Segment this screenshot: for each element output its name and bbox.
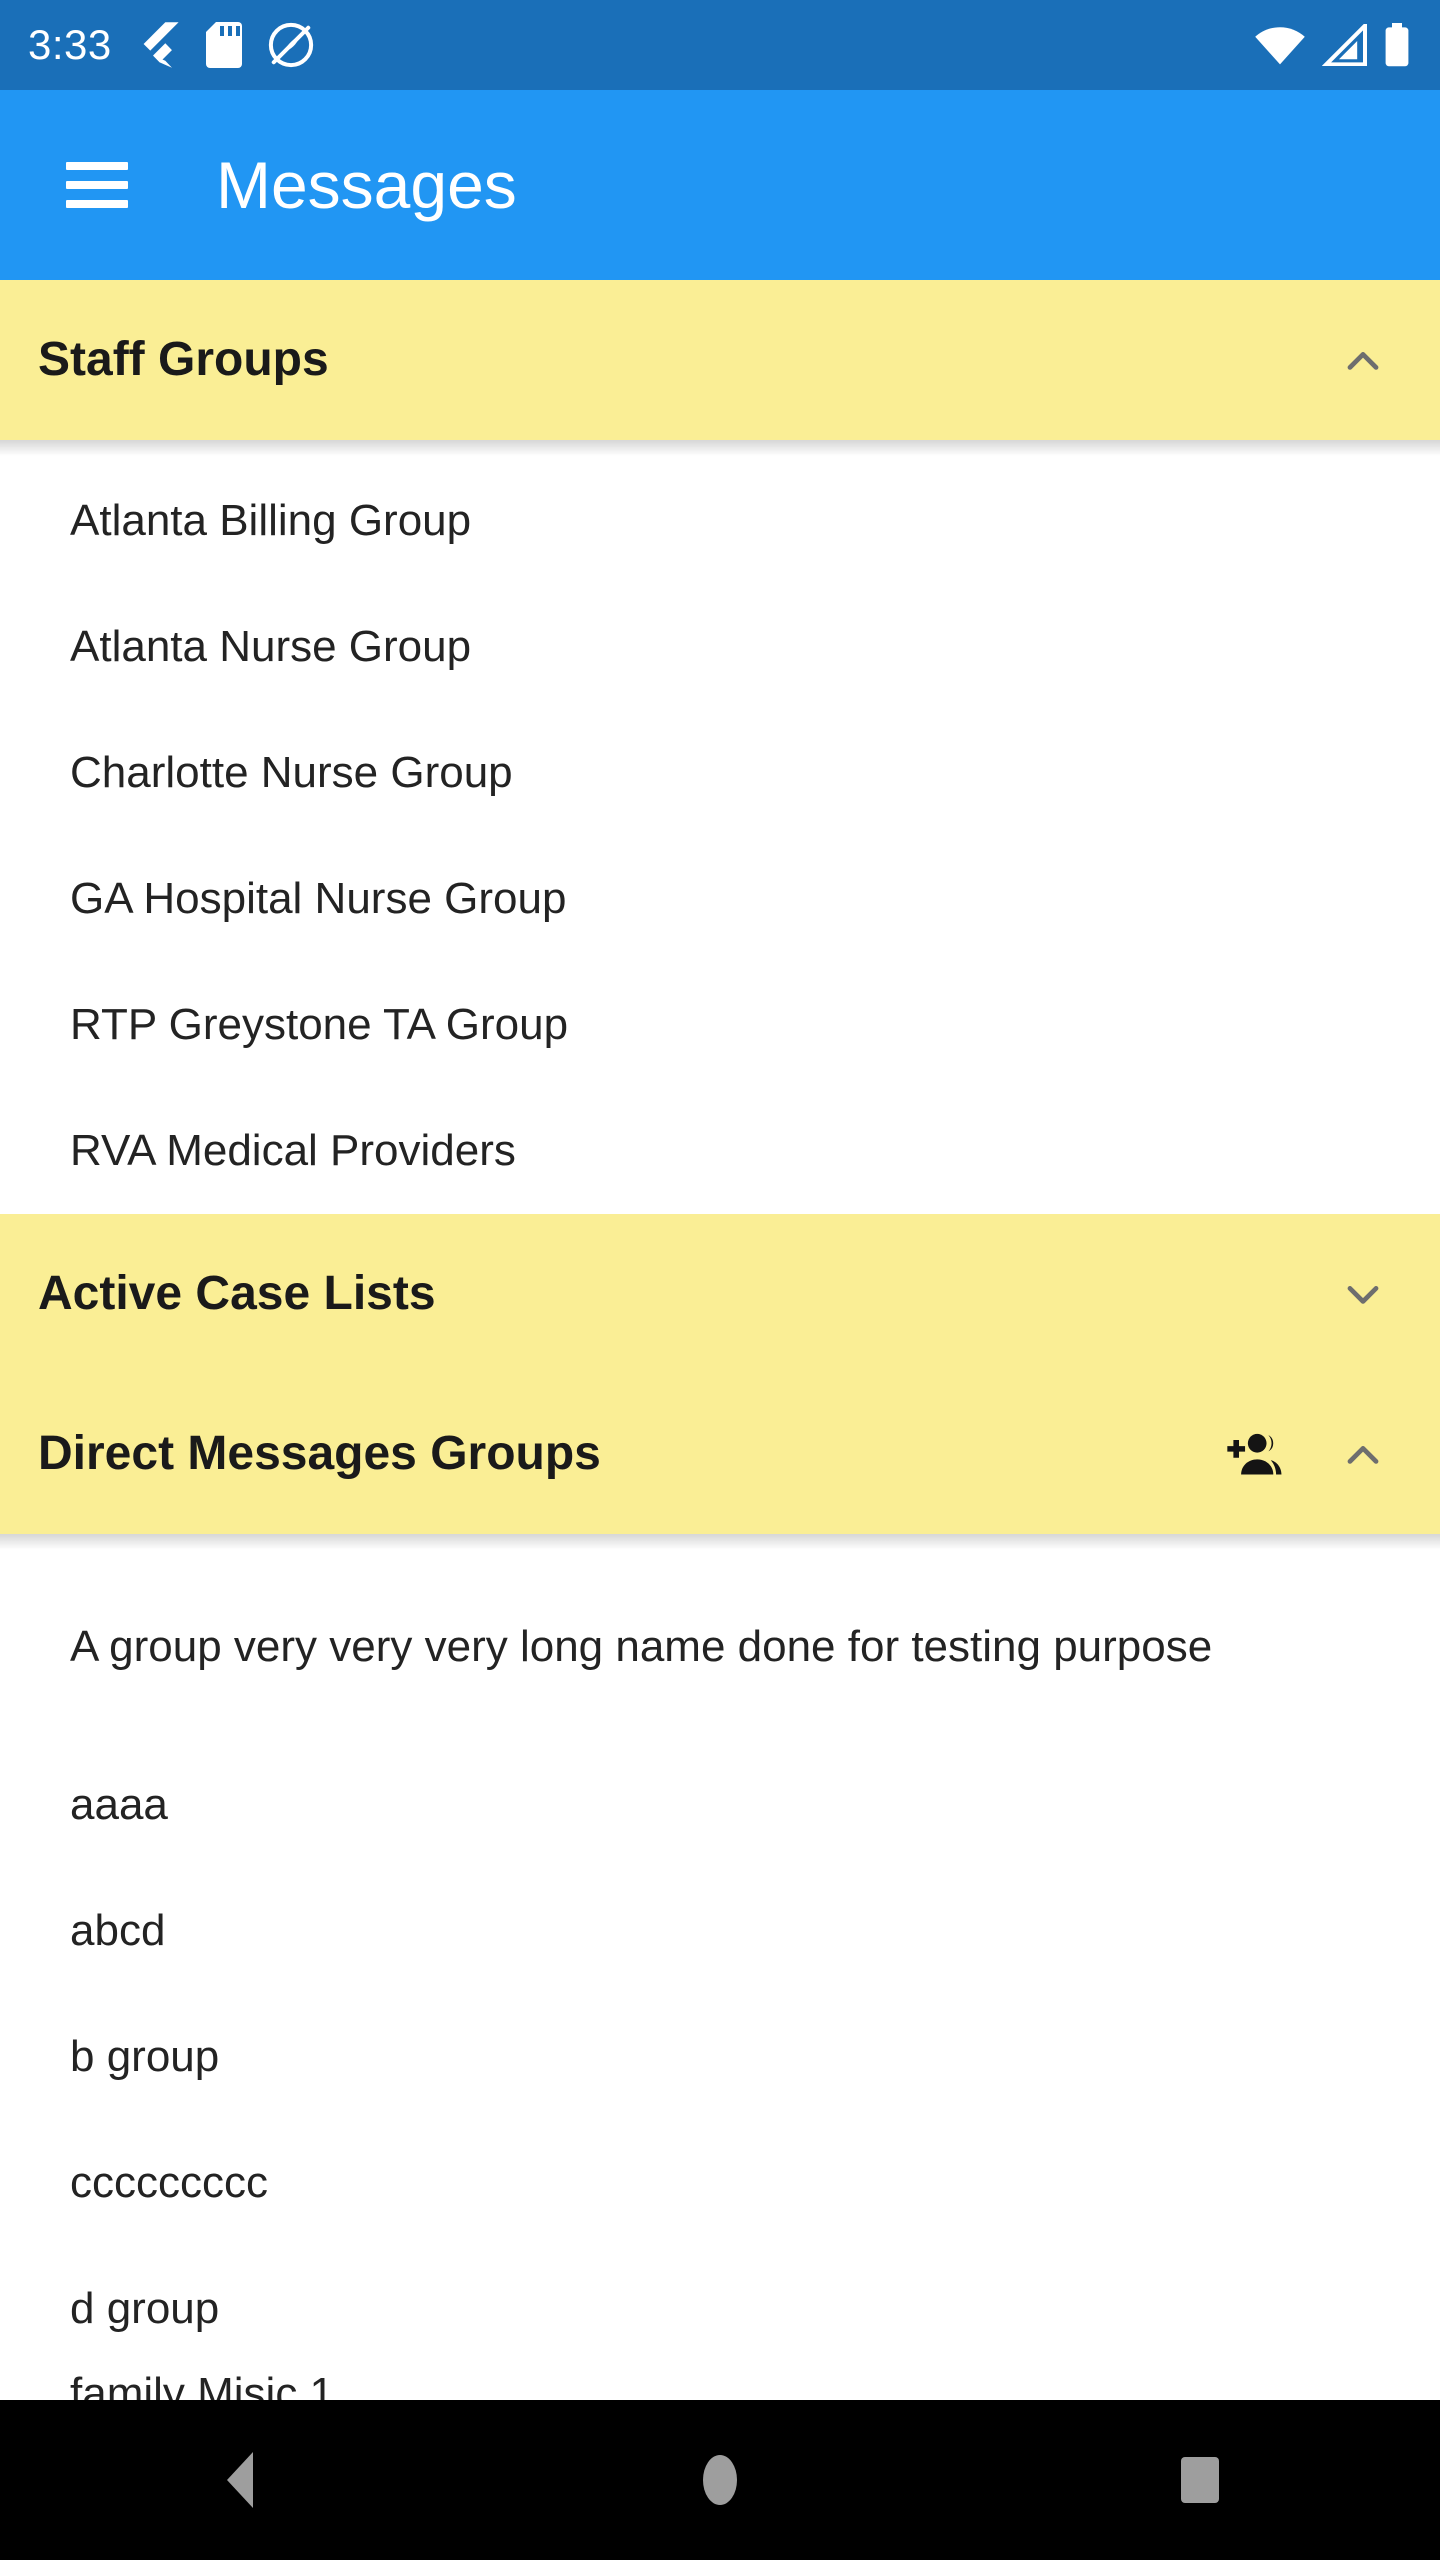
android-navigation-bar	[0, 2400, 1440, 2560]
section-title: Staff Groups	[38, 333, 329, 386]
status-bar-right	[1254, 23, 1410, 67]
status-bar-clock: 3:33	[28, 21, 112, 68]
back-icon[interactable]	[160, 2400, 320, 2560]
message-groups-scroll-area[interactable]: Staff Groups Atlanta Billing Group Atlan…	[0, 280, 1440, 2400]
hamburger-menu-icon[interactable]	[66, 162, 128, 208]
list-item[interactable]: RVA Medical Providers	[0, 1088, 1440, 1214]
app-bar: Messages	[0, 90, 1440, 280]
section-header-direct-messages-groups[interactable]: Direct Messages Groups	[0, 1374, 1440, 1534]
section-header-staff-groups[interactable]: Staff Groups	[0, 280, 1440, 440]
section-title: Direct Messages Groups	[38, 1427, 601, 1480]
list-item-label: Atlanta Billing Group	[70, 496, 472, 546]
list-item[interactable]: b group	[0, 1994, 1440, 2120]
recents-icon[interactable]	[1120, 2400, 1280, 2560]
chevron-up-icon[interactable]	[1336, 1427, 1390, 1481]
list-item[interactable]: family Misic 1	[0, 2372, 1440, 2400]
staff-groups-list: Atlanta Billing Group Atlanta Nurse Grou…	[0, 456, 1440, 1214]
recents-square	[1181, 2457, 1219, 2503]
list-item-label: family Misic 1	[70, 2372, 335, 2400]
list-item[interactable]: RTP Greystone TA Group	[0, 962, 1440, 1088]
list-item-label: A group very very very long name done fo…	[70, 1622, 1213, 1672]
status-bar: 3:33	[0, 0, 1440, 90]
list-item[interactable]: A group very very very long name done fo…	[0, 1552, 1440, 1742]
list-item-label: RVA Medical Providers	[70, 1126, 516, 1176]
wifi-icon	[1254, 24, 1306, 66]
sd-card-icon	[205, 22, 242, 68]
battery-icon	[1384, 23, 1410, 67]
list-item-label: d group	[70, 2284, 220, 2334]
flutter-icon	[138, 22, 180, 68]
back-triangle	[227, 2452, 253, 2508]
section-shadow	[0, 1534, 1440, 1550]
section-header-active-case-lists[interactable]: Active Case Lists	[0, 1214, 1440, 1374]
list-item[interactable]: d group	[0, 2246, 1440, 2372]
section-header-actions	[1336, 333, 1390, 387]
direct-messages-groups-list: A group very very very long name done fo…	[0, 1550, 1440, 2400]
hamburger-bar-1	[66, 162, 128, 170]
chevron-down-icon[interactable]	[1336, 1267, 1390, 1321]
list-item-label: Atlanta Nurse Group	[70, 622, 472, 672]
list-item[interactable]: GA Hospital Nurse Group	[0, 836, 1440, 962]
app-circle-icon	[268, 22, 314, 68]
cellular-signal-icon	[1322, 24, 1368, 66]
list-item-label: ccccccccc	[70, 2158, 268, 2208]
section-header-actions	[1336, 1267, 1390, 1321]
list-item-label: RTP Greystone TA Group	[70, 1000, 569, 1050]
list-item[interactable]: Atlanta Billing Group	[0, 458, 1440, 584]
list-item[interactable]: aaaa	[0, 1742, 1440, 1868]
section-title: Active Case Lists	[38, 1267, 436, 1320]
list-item-label: GA Hospital Nurse Group	[70, 874, 567, 924]
group-add-icon[interactable]	[1218, 1426, 1288, 1482]
list-item-label: b group	[70, 2032, 220, 2082]
list-item-label: Charlotte Nurse Group	[70, 748, 513, 798]
list-item[interactable]: Charlotte Nurse Group	[0, 710, 1440, 836]
hamburger-bar-2	[66, 181, 128, 189]
list-item-label: aaaa	[70, 1780, 168, 1830]
status-bar-left: 3:33	[28, 22, 314, 68]
list-item[interactable]: ccccccccc	[0, 2120, 1440, 2246]
chevron-up-icon[interactable]	[1336, 333, 1390, 387]
section-shadow	[0, 440, 1440, 456]
home-icon[interactable]	[640, 2400, 800, 2560]
page-title: Messages	[216, 148, 517, 222]
home-circle	[703, 2455, 737, 2505]
section-header-actions	[1218, 1426, 1390, 1482]
hamburger-bar-3	[66, 200, 128, 208]
list-item[interactable]: abcd	[0, 1868, 1440, 1994]
list-item[interactable]: Atlanta Nurse Group	[0, 584, 1440, 710]
list-item-label: abcd	[70, 1906, 166, 1956]
